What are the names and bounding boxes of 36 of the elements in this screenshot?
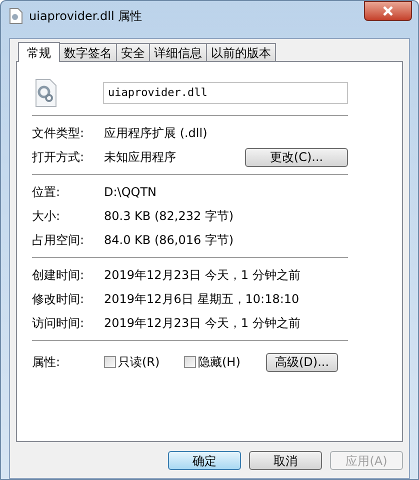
file-name-field[interactable]: uiaprovider.dll [103,82,348,104]
window-title: uiaprovider.dll 属性 [29,8,142,24]
dialog-button[interactable]: 高级(D)... [266,352,338,372]
checkbox[interactable] [104,356,116,368]
attributes-label: 属性: [32,354,62,371]
property-label: 访问时间: [32,315,86,332]
property-value: 2019年12月23日 今天，1 分钟之前 [104,315,300,332]
dialog-button[interactable]: 更改(C)... [245,148,348,166]
file-icon [9,8,23,24]
property-value: 应用程序扩展 (.dll) [104,125,208,142]
property-value: 未知应用程序 [104,149,177,166]
tab[interactable]: 详细信息 [149,43,207,61]
property-label: 占用空间: [32,232,86,249]
tab[interactable]: 以前的版本 [206,43,276,61]
tab[interactable]: 数字签名 [59,43,117,61]
property-label: 位置: [32,184,62,201]
tab[interactable]: 安全 [116,43,150,61]
tab[interactable]: 常规 [18,42,60,62]
checkbox-label: 只读(R) [118,354,160,371]
property-label: 打开方式: [32,149,86,166]
property-label: 大小: [32,208,62,225]
checkbox-label: 隐藏(H) [198,354,240,371]
dll-file-icon [35,79,57,107]
property-value: 84.0 KB (86,016 字节) [104,232,234,249]
property-value: 2019年12月23日 今天，1 分钟之前 [104,267,300,284]
property-value: 80.3 KB (82,232 字节) [104,208,234,225]
close-button[interactable] [364,1,412,21]
property-value: 2019年12月6日 星期五，10:18:10 [104,291,300,308]
property-label: 文件类型: [32,125,86,142]
property-label: 修改时间: [32,291,86,308]
checkbox[interactable] [184,356,196,368]
dialog-button[interactable]: 确定 [168,451,241,470]
property-label: 创建时间: [32,267,86,284]
property-value: D:\QQTN [104,184,157,201]
close-icon [382,6,394,16]
dialog-button[interactable]: 取消 [249,451,322,470]
